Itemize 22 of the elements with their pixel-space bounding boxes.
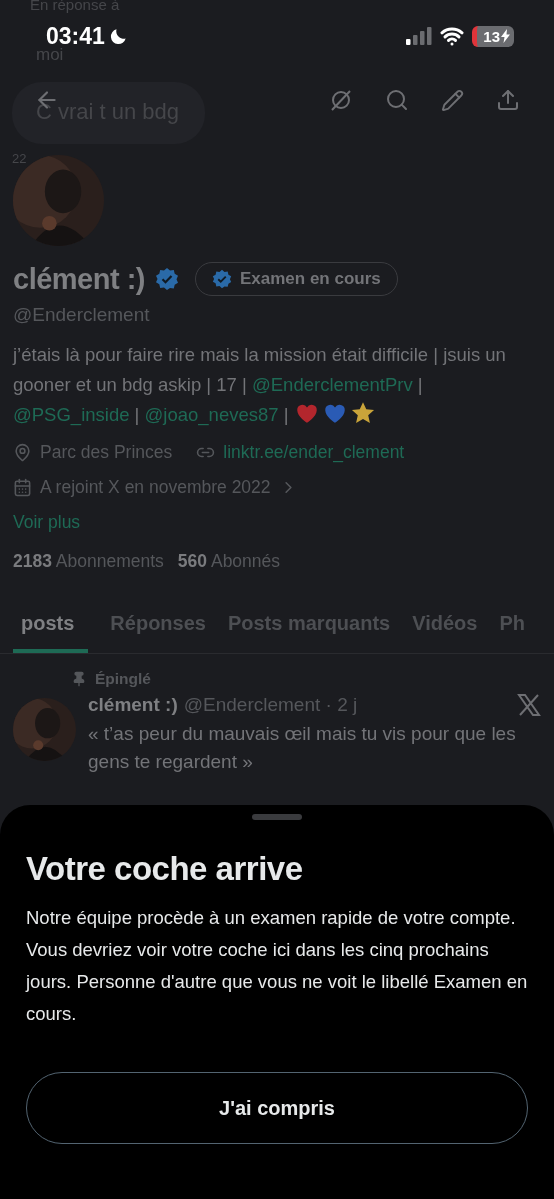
- post-author-handle: @Enderclement · 2 j: [183, 694, 358, 716]
- location-text: Parc des Princes: [40, 442, 173, 463]
- joined-date: A rejoint X en novembre 2022: [40, 477, 271, 498]
- battery-level: 13: [472, 25, 514, 47]
- followers-count[interactable]: 560 Abonnés: [177, 551, 281, 572]
- sheet-description: Notre équipe procède à un examen rapide de votre compte. Vous devriez voir votre coche ici dans les cinq prochains jours. Personne d'autre que vous ne voit le libellé Examen en cours.: [26, 906, 528, 1026]
- pinned-label: Épinglé: [95, 670, 151, 688]
- sheet-title: Votre coche arrive: [26, 850, 304, 888]
- following-count[interactable]: 2183 Abonnements: [13, 551, 164, 572]
- profile-name: clément :): [13, 262, 145, 296]
- mention-link[interactable]: @EnderclementPrv: [252, 374, 413, 395]
- bio-text: j’étais là pour faire rire mais la mission était difficile | jsuis un gooner et un bdg askip | 17 | @EnderclementPrv | @PSG_inside | @joao_neves87 |: [13, 343, 507, 428]
- profile-tab[interactable]: posts: [13, 602, 89, 653]
- mention-link[interactable]: @joao_neves87: [144, 404, 279, 425]
- mention-link[interactable]: @PSG_inside: [13, 404, 130, 425]
- profile-handle: @Enderclement: [13, 304, 151, 326]
- post-text: « t’as peur du mauvais œil mais tu vis pour que les gens te regardent »: [88, 722, 517, 774]
- post-author-name: clément :): [88, 694, 178, 716]
- see-more-link[interactable]: Voir plus: [13, 512, 541, 533]
- confirm-button[interactable]: J'ai compris: [26, 1072, 528, 1144]
- status-time: 03:41: [46, 22, 105, 49]
- website-link[interactable]: linktr.ee/ender_clement: [223, 442, 405, 463]
